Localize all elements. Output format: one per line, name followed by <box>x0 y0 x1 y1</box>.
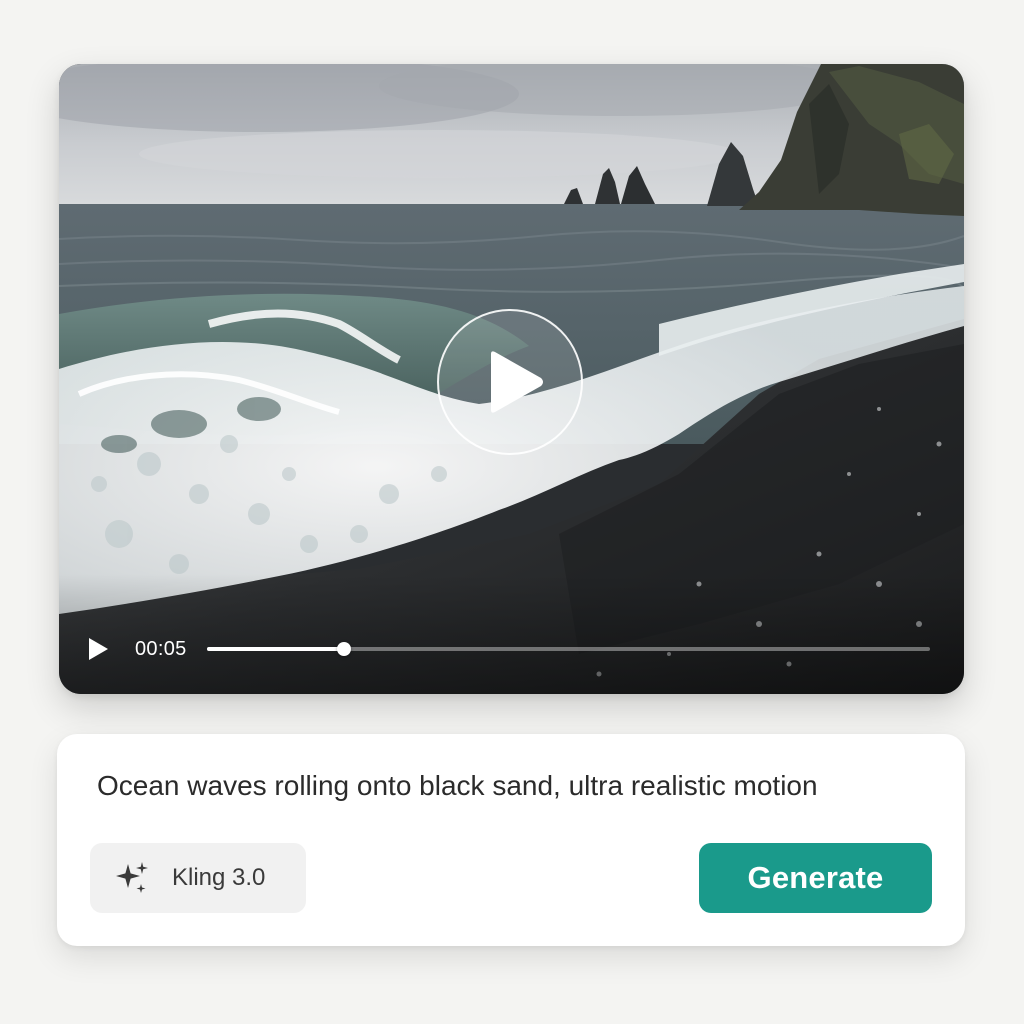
model-label: Kling 3.0 <box>172 864 266 891</box>
video-player[interactable]: 00:05 <box>59 64 964 694</box>
play-button[interactable] <box>437 309 583 455</box>
sparkle-icon <box>116 862 148 893</box>
progress-thumb[interactable] <box>337 642 352 656</box>
prompt-input[interactable]: Ocean waves rolling onto black sand, ult… <box>97 770 925 802</box>
prompt-panel: Ocean waves rolling onto black sand, ult… <box>57 734 965 946</box>
progress-fill <box>207 647 345 651</box>
playback-controls: 00:05 <box>87 636 930 662</box>
model-selector[interactable]: Kling 3.0 <box>90 843 306 913</box>
play-icon <box>89 638 108 660</box>
timestamp: 00:05 <box>135 637 187 660</box>
progress-scrubber[interactable] <box>207 636 930 662</box>
mini-play-button[interactable] <box>87 636 113 662</box>
play-icon <box>491 351 543 413</box>
generate-button[interactable]: Generate <box>699 843 932 913</box>
